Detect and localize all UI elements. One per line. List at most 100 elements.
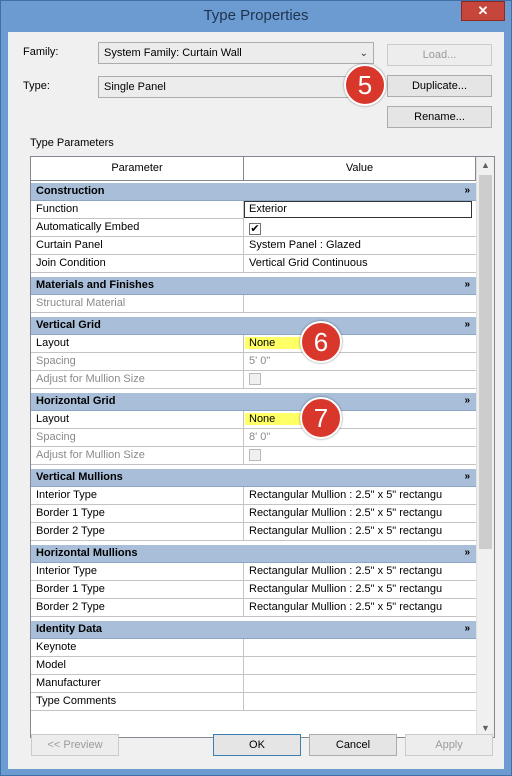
group-materials-and-finishes[interactable]: Materials and Finishes » bbox=[31, 277, 476, 295]
param-name: Layout bbox=[31, 335, 244, 353]
collapse-icon[interactable]: » bbox=[464, 319, 470, 330]
group-separator bbox=[31, 541, 476, 543]
param-value[interactable]: Rectangular Mullion : 2.5" x 5" rectangu bbox=[244, 523, 476, 541]
table-row[interactable]: Join Condition Vertical Grid Continuous bbox=[31, 255, 476, 273]
table-row: Structural Material bbox=[31, 295, 476, 313]
chevron-down-icon: ⌄ bbox=[359, 48, 368, 59]
column-header-value[interactable]: Value bbox=[244, 157, 476, 181]
collapse-icon[interactable]: » bbox=[464, 395, 470, 406]
type-parameters-grid: Parameter Value Construction » Function Ex… bbox=[30, 156, 495, 738]
param-value[interactable]: Rectangular Mullion : 2.5" x 5" rectangu bbox=[244, 599, 476, 617]
param-name: Curtain Panel bbox=[31, 237, 244, 255]
param-value[interactable]: None bbox=[244, 411, 476, 429]
table-row[interactable]: Manufacturer bbox=[31, 675, 476, 693]
param-value[interactable]: Rectangular Mullion : 2.5" x 5" rectangu bbox=[244, 487, 476, 505]
param-value[interactable]: System Panel : Glazed bbox=[244, 237, 476, 255]
table-row[interactable]: Function Exterior bbox=[31, 201, 476, 219]
table-row[interactable]: Keynote bbox=[31, 639, 476, 657]
type-dropdown[interactable]: Single Panel bbox=[98, 76, 374, 98]
param-value: 5' 0" bbox=[244, 353, 476, 371]
table-row[interactable]: Layout None bbox=[31, 335, 476, 353]
dialog-body: Family: System Family: Curtain Wall ⌄ Lo… bbox=[8, 32, 504, 769]
group-separator bbox=[31, 273, 476, 275]
table-row[interactable]: Curtain Panel System Panel : Glazed bbox=[31, 237, 476, 255]
table-row: Adjust for Mullion Size bbox=[31, 447, 476, 465]
collapse-icon[interactable]: » bbox=[464, 279, 470, 290]
callout-badge-5: 5 bbox=[344, 64, 386, 106]
param-value bbox=[244, 371, 476, 389]
vertical-scrollbar[interactable]: ▲ ▼ bbox=[476, 157, 494, 737]
preview-button[interactable]: << Preview bbox=[31, 734, 119, 756]
adjust-mullion-checkbox bbox=[249, 449, 261, 461]
function-input[interactable]: Exterior bbox=[244, 201, 472, 218]
group-horizontal-mullions[interactable]: Horizontal Mullions » bbox=[31, 545, 476, 563]
group-vertical-mullions[interactable]: Vertical Mullions » bbox=[31, 469, 476, 487]
column-header-parameter[interactable]: Parameter bbox=[31, 157, 244, 181]
group-vertical-grid[interactable]: Vertical Grid » bbox=[31, 317, 476, 335]
param-name: Interior Type bbox=[31, 563, 244, 581]
title-bar[interactable]: Type Properties ✕ bbox=[1, 1, 511, 32]
grid-header: Parameter Value bbox=[31, 157, 476, 181]
param-value: ✔ bbox=[244, 219, 476, 237]
param-name: Interior Type bbox=[31, 487, 244, 505]
auto-embed-checkbox[interactable]: ✔ bbox=[249, 223, 261, 235]
table-row: Adjust for Mullion Size bbox=[31, 371, 476, 389]
param-value[interactable] bbox=[244, 675, 476, 693]
adjust-mullion-checkbox bbox=[249, 373, 261, 385]
param-name: Layout bbox=[31, 411, 244, 429]
group-label: Horizontal Mullions bbox=[36, 547, 138, 559]
collapse-icon[interactable]: » bbox=[464, 623, 470, 634]
duplicate-button[interactable]: Duplicate... bbox=[387, 75, 492, 97]
table-row[interactable]: Model bbox=[31, 657, 476, 675]
table-row[interactable]: Layout None bbox=[31, 411, 476, 429]
rename-button[interactable]: Rename... bbox=[387, 106, 492, 128]
group-construction[interactable]: Construction » bbox=[31, 183, 476, 201]
dialog-title: Type Properties bbox=[203, 7, 309, 24]
param-value[interactable]: Rectangular Mullion : 2.5" x 5" rectangu bbox=[244, 563, 476, 581]
type-value: Single Panel bbox=[104, 81, 166, 93]
group-separator bbox=[31, 389, 476, 391]
scroll-up-icon[interactable]: ▲ bbox=[477, 157, 494, 174]
cancel-button[interactable]: Cancel bbox=[309, 734, 397, 756]
group-separator bbox=[31, 313, 476, 315]
param-value[interactable] bbox=[244, 693, 476, 711]
param-value[interactable]: Vertical Grid Continuous bbox=[244, 255, 476, 273]
table-row[interactable]: Interior Type Rectangular Mullion : 2.5" … bbox=[31, 563, 476, 581]
param-name: Keynote bbox=[31, 639, 244, 657]
table-row: Spacing 8' 0" bbox=[31, 429, 476, 447]
table-row[interactable]: Interior Type Rectangular Mullion : 2.5" … bbox=[31, 487, 476, 505]
group-label: Vertical Grid bbox=[36, 319, 101, 331]
group-identity-data[interactable]: Identity Data » bbox=[31, 621, 476, 639]
collapse-icon[interactable]: » bbox=[464, 471, 470, 482]
param-value: 8' 0" bbox=[244, 429, 476, 447]
group-label: Vertical Mullions bbox=[36, 471, 123, 483]
scroll-thumb[interactable] bbox=[479, 175, 492, 549]
collapse-icon[interactable]: » bbox=[464, 185, 470, 196]
param-name: Border 2 Type bbox=[31, 599, 244, 617]
family-label: Family: bbox=[23, 46, 59, 58]
table-row[interactable]: Border 1 Type Rectangular Mullion : 2.5" … bbox=[31, 581, 476, 599]
table-row: Spacing 5' 0" bbox=[31, 353, 476, 371]
apply-button[interactable]: Apply bbox=[405, 734, 493, 756]
param-value[interactable]: Rectangular Mullion : 2.5" x 5" rectangu bbox=[244, 581, 476, 599]
table-row[interactable]: Border 1 Type Rectangular Mullion : 2.5" … bbox=[31, 505, 476, 523]
load-button[interactable]: Load... bbox=[387, 44, 492, 66]
param-value[interactable]: Rectangular Mullion : 2.5" x 5" rectangu bbox=[244, 505, 476, 523]
ok-button[interactable]: OK bbox=[213, 734, 301, 756]
family-dropdown[interactable]: System Family: Curtain Wall ⌄ bbox=[98, 42, 374, 64]
group-horizontal-grid[interactable]: Horizontal Grid » bbox=[31, 393, 476, 411]
param-name: Spacing bbox=[31, 353, 244, 371]
param-value[interactable] bbox=[244, 657, 476, 675]
param-value bbox=[244, 295, 476, 313]
collapse-icon[interactable]: » bbox=[464, 547, 470, 558]
table-row[interactable]: Border 2 Type Rectangular Mullion : 2.5" … bbox=[31, 599, 476, 617]
param-value[interactable]: None bbox=[244, 335, 476, 353]
close-button[interactable]: ✕ bbox=[461, 1, 505, 21]
group-label: Horizontal Grid bbox=[36, 395, 116, 407]
table-row[interactable]: Type Comments bbox=[31, 693, 476, 711]
param-name: Automatically Embed bbox=[31, 219, 244, 237]
param-name: Model bbox=[31, 657, 244, 675]
table-row[interactable]: Automatically Embed ✔ bbox=[31, 219, 476, 237]
table-row[interactable]: Border 2 Type Rectangular Mullion : 2.5" … bbox=[31, 523, 476, 541]
param-value[interactable] bbox=[244, 639, 476, 657]
